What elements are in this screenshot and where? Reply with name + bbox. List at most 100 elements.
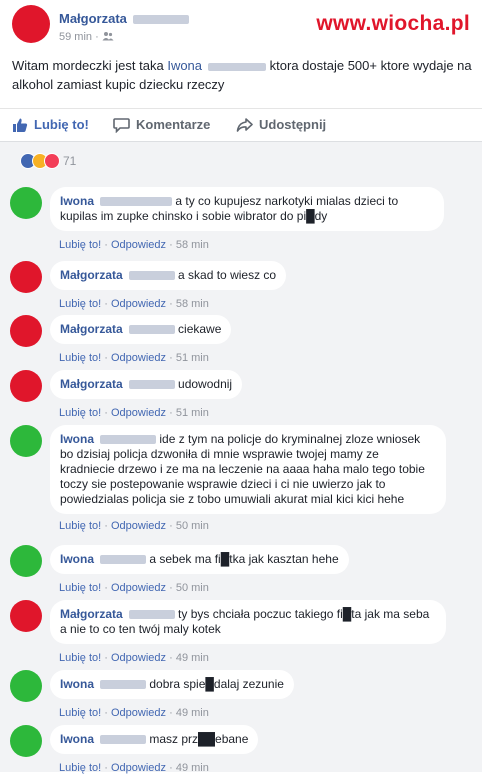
comment-text: masz prz██ebane xyxy=(149,732,249,746)
comment-reply-link[interactable]: Odpowiedz xyxy=(111,707,166,719)
comment-author[interactable]: Iwona xyxy=(60,677,94,691)
comment-like-link[interactable]: Lubię to! xyxy=(59,298,101,310)
comment-actions: Lubię to! · Odpowiedz · 58 min xyxy=(59,239,209,251)
comment-reply-link[interactable]: Odpowiedz xyxy=(111,239,166,251)
sep: · xyxy=(169,298,173,310)
comment-time[interactable]: 58 min xyxy=(176,298,209,310)
comment-author[interactable]: Małgorzata xyxy=(60,377,123,391)
comment-time[interactable]: 51 min xyxy=(176,407,209,419)
comment-avatar[interactable] xyxy=(10,670,42,702)
comment-time[interactable]: 49 min xyxy=(176,707,209,719)
watermark: www.wiocha.pl xyxy=(316,12,470,35)
comment-like-link[interactable]: Lubię to! xyxy=(59,239,101,251)
post-author[interactable]: Małgorzata xyxy=(59,11,189,26)
sep: · xyxy=(104,352,108,364)
sep: · xyxy=(169,352,173,364)
comment-like-link[interactable]: Lubię to! xyxy=(59,762,101,774)
redacted-surname xyxy=(128,325,175,335)
comment-author[interactable]: Małgorzata xyxy=(60,322,123,336)
comment-author[interactable]: Iwona xyxy=(60,732,94,746)
comment-author[interactable]: Iwona xyxy=(60,552,94,566)
comment-avatar[interactable] xyxy=(10,600,42,632)
comment-text: a sebek ma fi█tka jak kasztan hehe xyxy=(149,552,339,566)
comment-bubble: Iwona a ty co kupujesz narkotyki mialas … xyxy=(50,187,444,231)
comment-icon xyxy=(113,118,130,134)
reactions-count: 71 xyxy=(63,154,77,168)
post-author-name[interactable]: Małgorzata xyxy=(59,11,127,26)
sep: · xyxy=(104,239,108,251)
share-icon xyxy=(236,118,253,132)
comment-like-link[interactable]: Lubię to! xyxy=(59,352,101,364)
comment-reply-link[interactable]: Odpowiedz xyxy=(111,520,166,532)
like-label: Lubię to! xyxy=(34,117,89,132)
comment-like-link[interactable]: Lubię to! xyxy=(59,652,101,664)
comment-reply-link[interactable]: Odpowiedz xyxy=(111,352,166,364)
comment-reply-link[interactable]: Odpowiedz xyxy=(111,298,166,310)
redacted-surname xyxy=(132,15,189,25)
love-icon xyxy=(44,153,60,169)
comment-time[interactable]: 50 min xyxy=(176,520,209,532)
comment-time[interactable]: 50 min xyxy=(176,582,209,594)
redacted-surname xyxy=(128,610,175,620)
comment-actions: Lubię to! · Odpowiedz · 49 min xyxy=(59,707,209,719)
sep: · xyxy=(104,298,108,310)
comment-actions: Lubię to! · Odpowiedz · 51 min xyxy=(59,352,209,364)
sep: · xyxy=(104,707,108,719)
post-text-before: Witam mordeczki jest taka xyxy=(12,58,168,73)
post-time[interactable]: 59 min xyxy=(59,31,92,43)
comment-author[interactable]: Małgorzata xyxy=(60,607,123,621)
comment-bubble: Iwona masz prz██ebane xyxy=(50,725,259,754)
comment-like-link[interactable]: Lubię to! xyxy=(59,707,101,719)
comment-like-link[interactable]: Lubię to! xyxy=(59,407,101,419)
redacted-surname xyxy=(100,735,147,745)
redacted-surname xyxy=(100,555,147,565)
comment-actions: Lubię to! · Odpowiedz · 49 min xyxy=(59,762,209,774)
sep: · xyxy=(104,582,108,594)
comment-time[interactable]: 58 min xyxy=(176,239,209,251)
comment-time[interactable]: 49 min xyxy=(176,762,209,774)
post-text: Witam mordeczki jest taka Iwona ktora do… xyxy=(12,56,472,94)
comment-time[interactable]: 49 min xyxy=(176,652,209,664)
post-author-avatar[interactable] xyxy=(12,5,50,43)
post: Małgorzata 59 min · www.wiocha.pl Witam … xyxy=(0,0,482,148)
reactions-summary[interactable]: 71 xyxy=(20,153,76,171)
sep: · xyxy=(169,407,173,419)
comment-bubble: Małgorzata ty bys chciała poczuc takiego… xyxy=(50,600,446,644)
comment-reply-link[interactable]: Odpowiedz xyxy=(111,762,166,774)
comment-avatar[interactable] xyxy=(10,315,42,347)
comment-reply-link[interactable]: Odpowiedz xyxy=(111,582,166,594)
comment-avatar[interactable] xyxy=(10,425,42,457)
comment-text: ciekawe xyxy=(178,322,222,336)
share-label: Udostępnij xyxy=(259,117,327,132)
tagged-user-name[interactable]: Iwona xyxy=(167,58,202,73)
comment-like-link[interactable]: Lubię to! xyxy=(59,520,101,532)
comment-text: udowodnij xyxy=(178,377,233,391)
comment-actions: Lubię to! · Odpowiedz · 49 min xyxy=(59,652,209,664)
tagged-user[interactable]: Iwona xyxy=(167,58,267,73)
comment-avatar[interactable] xyxy=(10,261,42,293)
comment-bubble: Małgorzata a skad to wiesz co xyxy=(50,261,287,290)
comment-author[interactable]: Iwona xyxy=(60,432,94,446)
comment-reply-link[interactable]: Odpowiedz xyxy=(111,407,166,419)
comment-avatar[interactable] xyxy=(10,187,42,219)
sep: · xyxy=(169,652,173,664)
redacted-surname xyxy=(100,680,147,690)
comment-text: a skad to wiesz co xyxy=(178,268,277,282)
share-button[interactable]: Udostępnij xyxy=(236,117,326,133)
comment-reply-link[interactable]: Odpowiedz xyxy=(111,652,166,664)
comment-author[interactable]: Małgorzata xyxy=(60,268,123,282)
sep: · xyxy=(104,407,108,419)
post-meta: 59 min · xyxy=(59,31,114,43)
comment-avatar[interactable] xyxy=(10,725,42,757)
comment-like-link[interactable]: Lubię to! xyxy=(59,582,101,594)
friends-icon xyxy=(102,32,114,41)
sep: · xyxy=(104,762,108,774)
comment-avatar[interactable] xyxy=(10,370,42,402)
like-button[interactable]: Lubię to! xyxy=(12,117,89,133)
comment-avatar[interactable] xyxy=(10,545,42,577)
comment-bubble: Małgorzata udowodnij xyxy=(50,370,243,399)
comment-author[interactable]: Iwona xyxy=(60,194,94,208)
comment-time[interactable]: 51 min xyxy=(176,352,209,364)
sep: · xyxy=(169,582,173,594)
comment-bubble: Iwona ide z tym na policje do kryminalne… xyxy=(50,425,446,514)
